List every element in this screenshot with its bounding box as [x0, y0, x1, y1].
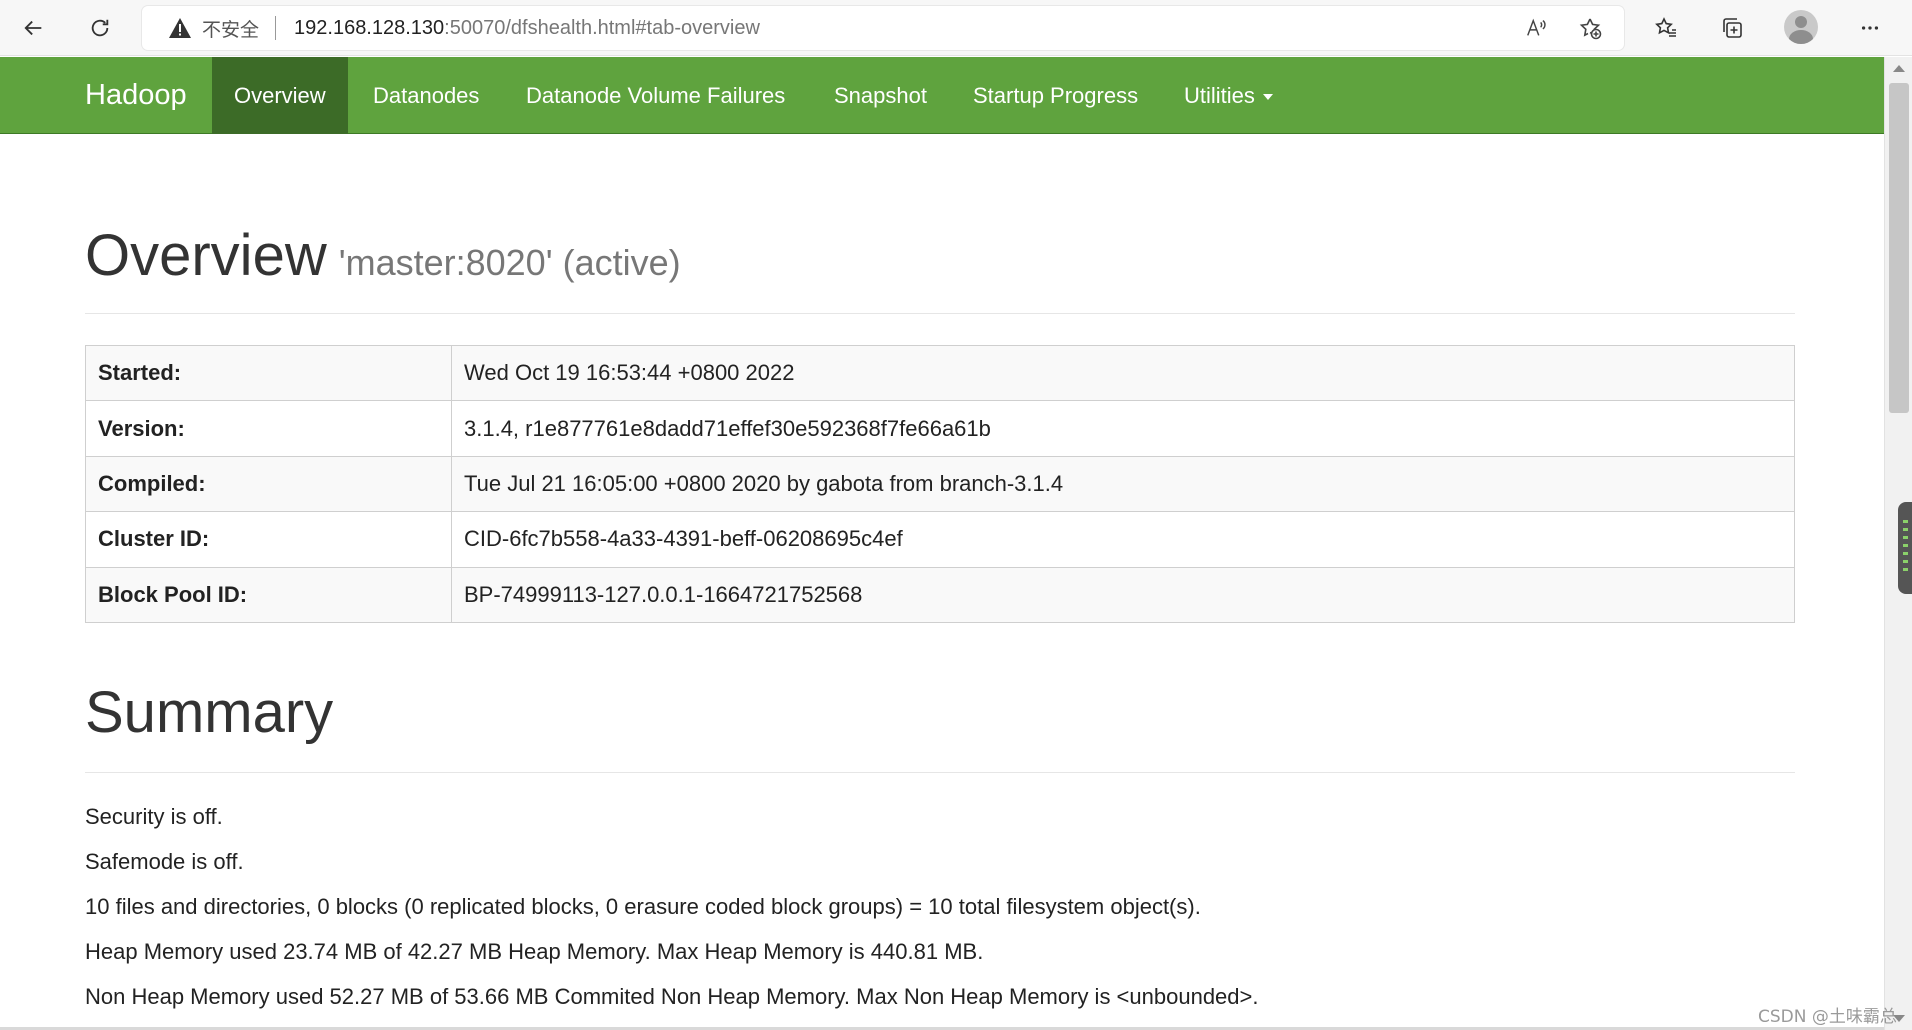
- summary-line: Security is off.: [85, 804, 223, 829]
- summary-line: 10 files and directories, 0 blocks (0 re…: [85, 894, 1201, 919]
- summary-line: Heap Memory used 23.74 MB of 42.27 MB He…: [85, 939, 984, 964]
- more-dots-icon: [1861, 26, 1879, 30]
- table-row: Block Pool ID: BP-74999113-127.0.0.1-1664…: [85, 566, 1795, 623]
- url-host: 192.168.128.130: [294, 16, 445, 39]
- overview-heading: Overview: [85, 223, 327, 288]
- overview-table: Started: Wed Oct 19 16:53:44 +0800 2022 Ve…: [85, 344, 1795, 623]
- brand-logo[interactable]: Hadoop: [85, 57, 187, 134]
- row-key: Version:: [85, 400, 452, 457]
- tab-utilities[interactable]: Utilities: [1162, 57, 1295, 134]
- summary-heading: Summary: [85, 680, 334, 745]
- address-bar[interactable]: 不安全 192.168.128.130:50070/dfshealth.html…: [142, 6, 1624, 50]
- tab-datanode-volume-failures[interactable]: Datanode Volume Failures: [504, 57, 807, 134]
- caret-down-icon: [1262, 94, 1273, 101]
- back-arrow-icon: [24, 20, 42, 36]
- summary-line: Non Heap Memory used 52.27 MB of 53.66 M…: [85, 984, 1259, 1009]
- summary-lines: Security is off. Safemode is off. 10 files…: [85, 802, 1259, 1027]
- row-key: Started:: [85, 344, 452, 402]
- insecure-label: 不安全: [202, 18, 260, 41]
- tab-utilities-label: Utilities: [1184, 83, 1255, 108]
- page-title: Overview 'master:8020' (active): [85, 222, 681, 289]
- browser-toolbar: 不安全 192.168.128.130:50070/dfshealth.html…: [0, 0, 1912, 56]
- add-favorite-icon[interactable]: [1574, 12, 1606, 44]
- tab-startup-progress[interactable]: Startup Progress: [951, 57, 1160, 134]
- refresh-button[interactable]: [82, 10, 118, 46]
- collections-icon: [1723, 18, 1742, 38]
- row-key: Cluster ID:: [85, 511, 452, 568]
- table-row: Version: 3.1.4, r1e877761e8dadd71effef30e…: [85, 400, 1795, 457]
- tab-snapshot[interactable]: Snapshot: [812, 57, 949, 134]
- tab-datanodes[interactable]: Datanodes: [351, 57, 501, 134]
- divider: [85, 313, 1795, 314]
- collections-button[interactable]: [1714, 10, 1750, 46]
- watermark: CSDN @土味霸总: [1758, 1007, 1897, 1027]
- more-menu-button[interactable]: [1852, 10, 1888, 46]
- url-path: :50070/dfshealth.html#tab-overview: [444, 16, 760, 39]
- row-value: Wed Oct 19 16:53:44 +0800 2022: [451, 344, 1795, 402]
- scroll-up-icon[interactable]: [1893, 65, 1905, 72]
- row-key: Compiled:: [85, 455, 452, 513]
- row-value: CID-6fc7b558-4a33-4391-beff-06208695c4ef: [451, 511, 1795, 568]
- refresh-icon: [91, 19, 109, 37]
- tab-overview[interactable]: Overview: [212, 57, 348, 134]
- scroll-thumb[interactable]: [1889, 83, 1909, 413]
- favorites-icon: [1655, 17, 1676, 37]
- favorites-button[interactable]: [1648, 10, 1684, 46]
- hadoop-navbar: Hadoop Overview Datanodes Datanode Volum…: [0, 57, 1884, 134]
- address-separator: [275, 16, 277, 40]
- profile-avatar[interactable]: [1784, 10, 1818, 44]
- divider: [85, 772, 1795, 773]
- read-aloud-icon[interactable]: [1520, 12, 1552, 44]
- row-value: 3.1.4, r1e877761e8dadd71effef30e592368f7…: [451, 400, 1795, 457]
- back-button[interactable]: [16, 10, 52, 46]
- table-row: Compiled: Tue Jul 21 16:05:00 +0800 2020 …: [85, 455, 1795, 513]
- row-value: Tue Jul 21 16:05:00 +0800 2020 by gabota…: [451, 455, 1795, 513]
- row-value: BP-74999113-127.0.0.1-1664721752568: [451, 566, 1795, 623]
- warning-icon: [168, 16, 194, 40]
- table-row: Started: Wed Oct 19 16:53:44 +0800 2022: [85, 344, 1795, 402]
- summary-line: Safemode is off.: [85, 849, 244, 874]
- namenode-subtitle: 'master:8020' (active): [338, 242, 681, 283]
- side-widget-tab[interactable]: [1898, 502, 1912, 594]
- table-row: Cluster ID: CID-6fc7b558-4a33-4391-beff-0…: [85, 511, 1795, 568]
- row-key: Block Pool ID:: [85, 566, 452, 623]
